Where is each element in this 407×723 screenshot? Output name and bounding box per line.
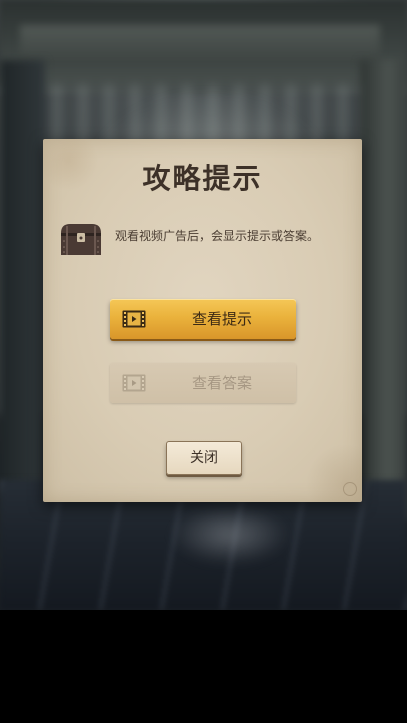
corner-watermark-icon [343,482,357,496]
hint-dialog: 攻略提示 观看视频广告后，会显示提示或答案。 查看提示 查看答案 关闭 [43,139,362,502]
view-hint-button[interactable]: 查看提示 [110,299,296,339]
game-background-scene: 攻略提示 观看视频广告后，会显示提示或答案。 查看提示 查看答案 关闭 [0,0,407,610]
dialog-description: 观看视频广告后，会显示提示或答案。 [115,229,320,243]
close-button[interactable]: 关闭 [166,441,242,475]
background-floor-light [170,505,290,565]
treasure-chest-icon [61,224,101,255]
dialog-title: 攻略提示 [142,162,263,195]
background-ceiling-beam [20,25,380,65]
view-answer-label: 查看答案 [191,374,252,392]
view-hint-label: 查看提示 [191,310,252,328]
background-right-pillar [360,60,407,520]
bottom-letterbox [0,610,407,723]
view-answer-button: 查看答案 [110,363,296,403]
